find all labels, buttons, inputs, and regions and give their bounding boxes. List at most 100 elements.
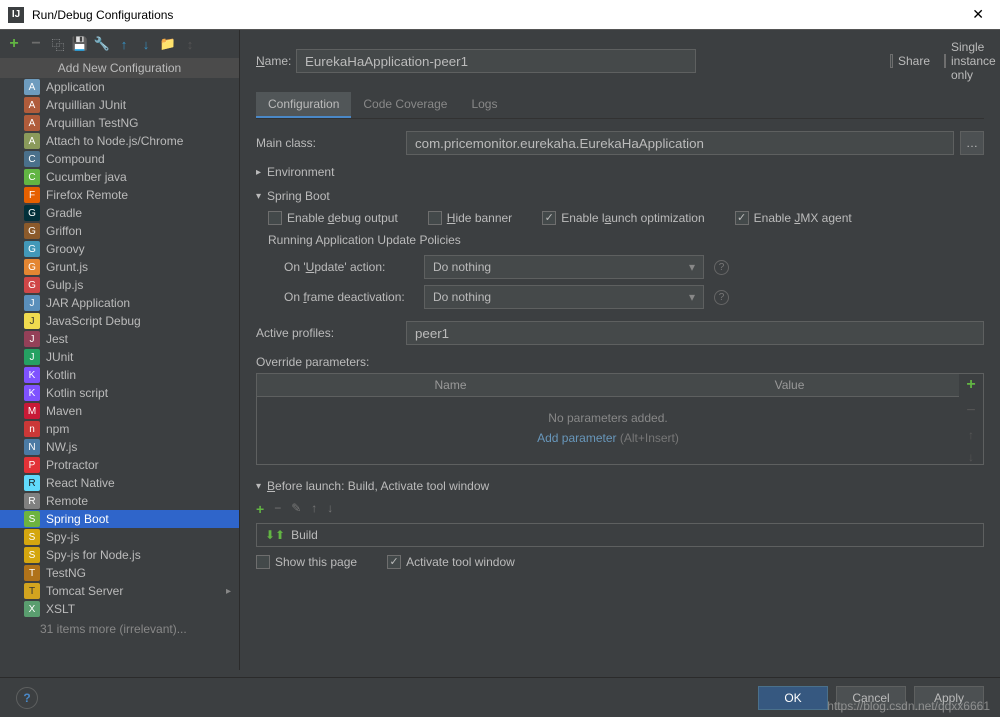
react-icon: R [24,475,40,491]
config-type-item[interactable]: AAttach to Node.js/Chrome [0,132,239,150]
environment-section[interactable]: ▸ Environment [256,165,984,179]
gradle-icon: G [24,205,40,221]
enable-launch-opt-checkbox[interactable]: Enable launch optimization [542,211,704,225]
move-down-icon[interactable]: ↓ [138,36,154,52]
on-update-select[interactable]: Do nothing [424,255,704,279]
enable-debug-checkbox[interactable]: Enable debug output [268,211,398,225]
sort-icon[interactable]: ↕ [182,36,198,52]
move-up-icon[interactable]: ↑ [116,36,132,52]
share-checkbox[interactable]: Share [890,54,930,68]
config-type-label: Spy-js [46,530,79,544]
before-launch-task[interactable]: ⬇⬆ Build [256,523,984,547]
jest-icon: J [24,331,40,347]
chevron-down-icon: ▾ [256,481,261,492]
kotlin-icon: K [24,367,40,383]
param-up-icon: ↑ [968,428,974,442]
add-parameter-link[interactable]: Add parameter [537,431,616,445]
config-type-item[interactable]: GGrunt.js [0,258,239,276]
on-update-label: On 'Update' action: [284,260,424,274]
config-type-item[interactable]: nnpm [0,420,239,438]
config-type-item[interactable]: R Remote [0,492,239,510]
remove-config-icon[interactable]: − [28,36,44,52]
right-panel: Name: Share Single instance only Configu… [240,30,1000,670]
config-type-item[interactable]: SSpring Boot [0,510,239,528]
config-type-item[interactable]: SSpy-js for Node.js [0,546,239,564]
config-type-item[interactable]: KKotlin [0,366,239,384]
help-icon[interactable]: ? [714,260,729,275]
spring-boot-section[interactable]: ▾ Spring Boot [256,189,984,203]
config-type-item[interactable]: PProtractor [0,456,239,474]
show-this-page-checkbox[interactable]: Show this page [256,555,357,569]
config-type-list[interactable]: AApplicationAArquillian JUnitAArquillian… [0,78,239,670]
config-type-item[interactable]: GGriffon [0,222,239,240]
config-type-label: Remote [46,494,88,508]
save-config-icon[interactable]: 💾 [72,36,88,52]
folder-icon[interactable]: 📁 [160,36,176,52]
active-profiles-input[interactable] [406,321,984,345]
config-type-label: Arquillian JUnit [46,98,126,112]
config-type-item[interactable]: CCompound [0,150,239,168]
config-type-item[interactable]: RReact Native [0,474,239,492]
config-type-item[interactable]: JJest [0,330,239,348]
arq-icon: A [24,115,40,131]
config-type-item[interactable]: SSpy-js [0,528,239,546]
config-type-item[interactable]: GGradle [0,204,239,222]
more-items-link[interactable]: 31 items more (irrelevant)... [0,618,239,640]
add-param-icon[interactable]: + [966,376,975,394]
settings-icon[interactable]: 🔧 [94,36,110,52]
name-input[interactable] [296,49,696,73]
param-name-header: Name [281,374,620,396]
config-type-item[interactable]: K Kotlin script [0,384,239,402]
config-type-item[interactable]: GGroovy [0,240,239,258]
config-type-item[interactable]: JJUnit [0,348,239,366]
tab-configuration[interactable]: Configuration [256,92,351,118]
config-type-item[interactable]: FFirefox Remote [0,186,239,204]
config-type-item[interactable]: AArquillian TestNG [0,114,239,132]
apply-button[interactable]: Apply [914,686,984,710]
tab-logs[interactable]: Logs [459,92,509,118]
popup-title: Add New Configuration [0,58,239,78]
config-type-item[interactable]: NNW.js [0,438,239,456]
config-type-item[interactable]: TTestNG [0,564,239,582]
tab-code-coverage[interactable]: Code Coverage [351,92,459,118]
app-icon: IJ [8,7,24,23]
bottom-bar: ? OK Cancel Apply [0,677,1000,717]
remove-task-icon: − [274,501,281,517]
config-type-item[interactable]: JJavaScript Debug [0,312,239,330]
config-type-label: Groovy [46,242,85,256]
copy-config-icon[interactable]: ⿻ [50,36,66,52]
config-type-item[interactable]: GGulp.js [0,276,239,294]
enable-jmx-checkbox[interactable]: Enable JMX agent [735,211,852,225]
help-icon[interactable]: ? [714,290,729,305]
on-frame-select[interactable]: Do nothing [424,285,704,309]
main-class-input[interactable] [406,131,954,155]
ok-button[interactable]: OK [758,686,828,710]
config-type-item[interactable]: XXSLT [0,600,239,618]
left-panel: + − ⿻ 💾 🔧 ↑ ↓ 📁 ↕ Add New Configuration … [0,30,240,670]
config-type-label: XSLT [46,602,75,616]
help-button[interactable]: ? [16,687,38,709]
activate-tool-window-checkbox[interactable]: Activate tool window [387,555,515,569]
config-type-label: Kotlin script [46,386,108,400]
close-icon[interactable]: ✕ [964,6,992,23]
task-up-icon: ↑ [311,501,317,517]
single-instance-checkbox[interactable]: Single instance only [944,40,984,82]
config-type-item[interactable]: AApplication [0,78,239,96]
before-launch-section[interactable]: ▾ Before launch: Build, Activate tool wi… [256,479,984,493]
add-task-icon[interactable]: + [256,501,264,517]
config-type-item[interactable]: AArquillian JUnit [0,96,239,114]
task-down-icon: ↓ [327,501,333,517]
config-type-item[interactable]: JJAR Application [0,294,239,312]
cancel-button[interactable]: Cancel [836,686,906,710]
add-config-icon[interactable]: + [6,36,22,52]
config-type-label: Firefox Remote [46,188,128,202]
remote-icon: R [24,493,40,509]
config-type-item[interactable]: TTomcat Server [0,582,239,600]
browse-main-class-button[interactable]: … [960,131,984,155]
kotlin-icon: K [24,385,40,401]
nw-icon: N [24,439,40,455]
config-type-item[interactable]: CCucumber java [0,168,239,186]
hide-banner-checkbox[interactable]: Hide banner [428,211,512,225]
config-type-label: Protractor [46,458,99,472]
config-type-item[interactable]: MMaven [0,402,239,420]
